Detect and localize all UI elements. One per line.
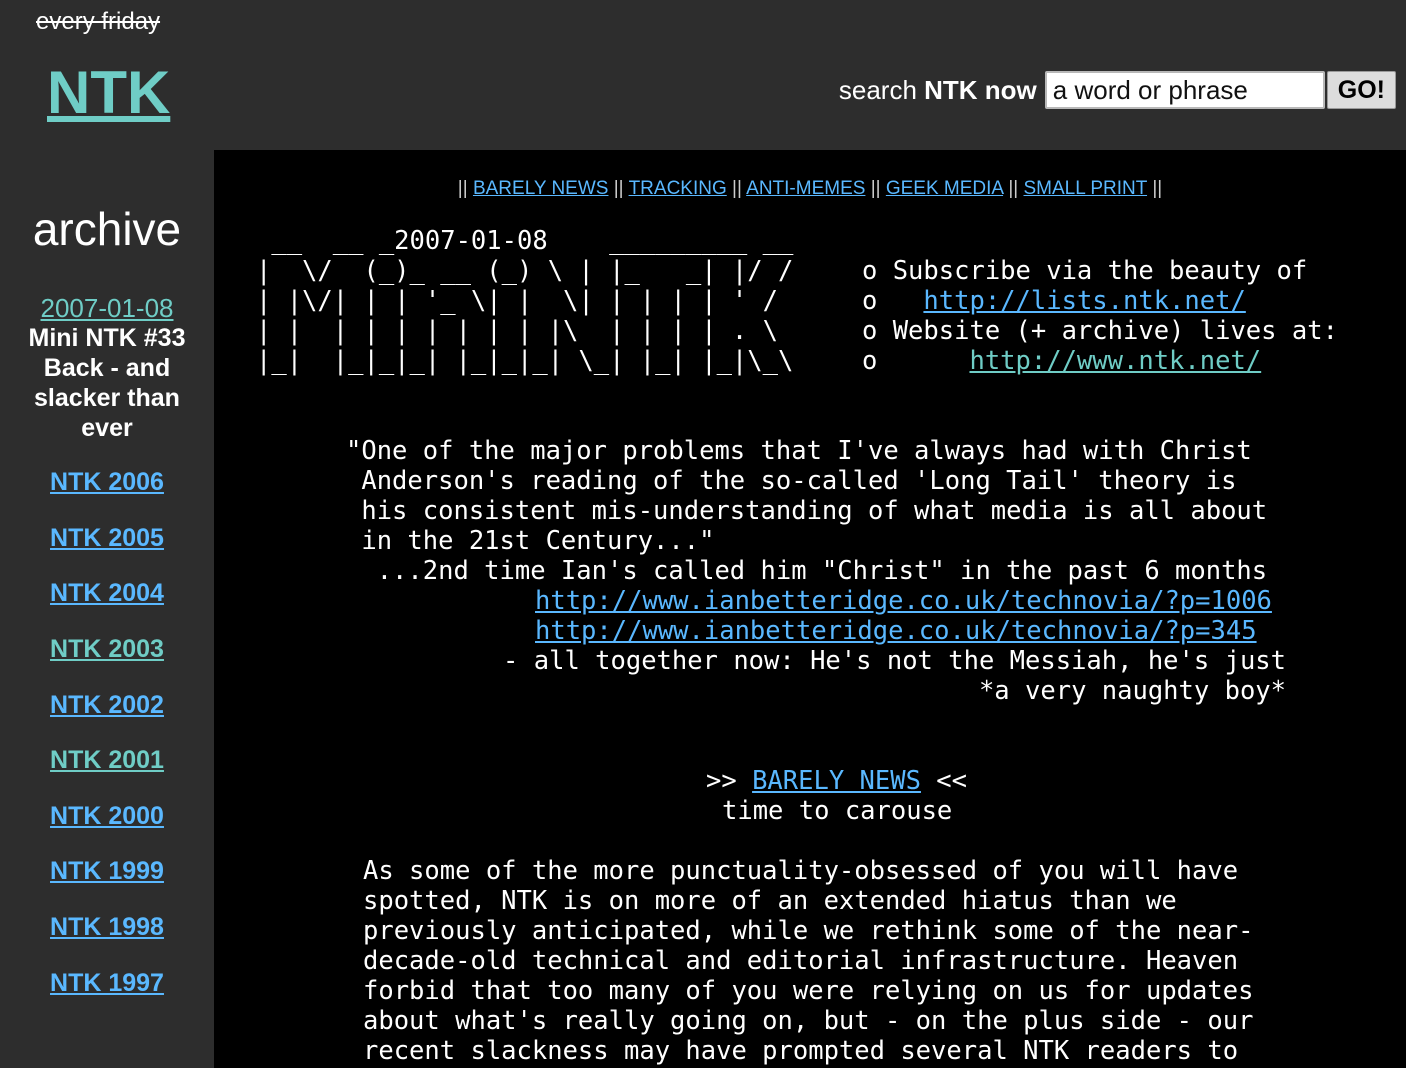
subscribe-info: o Subscribe via the beauty of o http://l… bbox=[862, 256, 1338, 376]
quote-links: http://www.ianbetteridge.co.uk/technovia… bbox=[535, 586, 1272, 646]
nav-separator: || bbox=[613, 178, 624, 199]
archive-link-2005[interactable]: NTK 2005 bbox=[0, 524, 214, 553]
current-issue-date-link[interactable]: 2007-01-08 bbox=[0, 293, 214, 324]
nav-separator: || bbox=[457, 178, 468, 199]
search-input[interactable] bbox=[1044, 71, 1325, 109]
betteridge-link-345[interactable]: http://www.ianbetteridge.co.uk/technovia… bbox=[535, 616, 1257, 646]
betteridge-link-1006[interactable]: http://www.ianbetteridge.co.uk/technovia… bbox=[535, 586, 1272, 616]
archive-link-2000[interactable]: NTK 2000 bbox=[0, 802, 214, 831]
archive-link-1998[interactable]: NTK 1998 bbox=[0, 913, 214, 942]
archive-link-2002[interactable]: NTK 2002 bbox=[0, 691, 214, 720]
archive-link-1999[interactable]: NTK 1999 bbox=[0, 857, 214, 886]
article-body: As some of the more punctuality-obsessed… bbox=[363, 856, 1254, 1066]
ntk-logo-link[interactable]: NTK bbox=[47, 58, 170, 127]
quote-tail: - all together now: He's not the Messiah… bbox=[503, 646, 1286, 706]
archive-sidebar: archive 2007-01-08 Mini NTK #33 Back - a… bbox=[0, 150, 214, 1068]
lists-ntk-link[interactable]: http://lists.ntk.net/ bbox=[923, 286, 1245, 316]
nav-link-anti-memes[interactable]: ANTI-MEMES bbox=[746, 178, 865, 199]
nav-link-small-print[interactable]: SMALL PRINT bbox=[1024, 178, 1148, 199]
nav-separator: || bbox=[732, 178, 742, 199]
barely-news-anchor[interactable]: BARELY NEWS bbox=[752, 766, 921, 796]
nav-separator: || bbox=[1152, 178, 1163, 199]
section-subtitle: time to carouse bbox=[722, 796, 953, 826]
archive-link-2003[interactable]: NTK 2003 bbox=[0, 635, 214, 664]
nav-separator: || bbox=[870, 178, 881, 199]
search-form: search NTK now GO! bbox=[839, 69, 1396, 111]
quote-block: "One of the major problems that I've alw… bbox=[346, 436, 1268, 586]
section-nav: || BARELY NEWS || TRACKING || ANTI-MEMES… bbox=[214, 178, 1406, 200]
search-label: search NTK now bbox=[838, 74, 1037, 105]
nav-link-tracking[interactable]: TRACKING bbox=[629, 178, 727, 199]
nav-separator: || bbox=[1008, 178, 1019, 199]
tagline: every friday bbox=[36, 8, 161, 35]
nav-link-geek-media[interactable]: GEEK MEDIA bbox=[886, 178, 1003, 199]
mini-ntk-ascii-banner: __ __ _2007-01-08 _________ __ | \/ (_)_… bbox=[256, 226, 794, 376]
archive-link-2006[interactable]: NTK 2006 bbox=[0, 468, 214, 497]
current-issue-title: Mini NTK #33 Back - and slacker than eve… bbox=[28, 324, 186, 442]
subscribe-line: o Subscribe via the beauty of bbox=[862, 256, 1308, 286]
nav-link-barely-news[interactable]: BARELY NEWS bbox=[473, 178, 609, 199]
archive-link-2001[interactable]: NTK 2001 bbox=[0, 746, 214, 775]
main-content: || BARELY NEWS || TRACKING || ANTI-MEMES… bbox=[214, 150, 1406, 1068]
archive-link-2004[interactable]: NTK 2004 bbox=[0, 579, 214, 608]
archive-heading: archive bbox=[32, 203, 182, 255]
search-go-button[interactable]: GO! bbox=[1326, 71, 1396, 109]
archive-link-1997[interactable]: NTK 1997 bbox=[0, 969, 214, 998]
ntk-website-link[interactable]: http://www.ntk.net/ bbox=[969, 346, 1261, 376]
section-heading: >> BARELY NEWS << bbox=[706, 766, 968, 796]
website-line: o Website (+ archive) lives at: bbox=[862, 316, 1338, 346]
